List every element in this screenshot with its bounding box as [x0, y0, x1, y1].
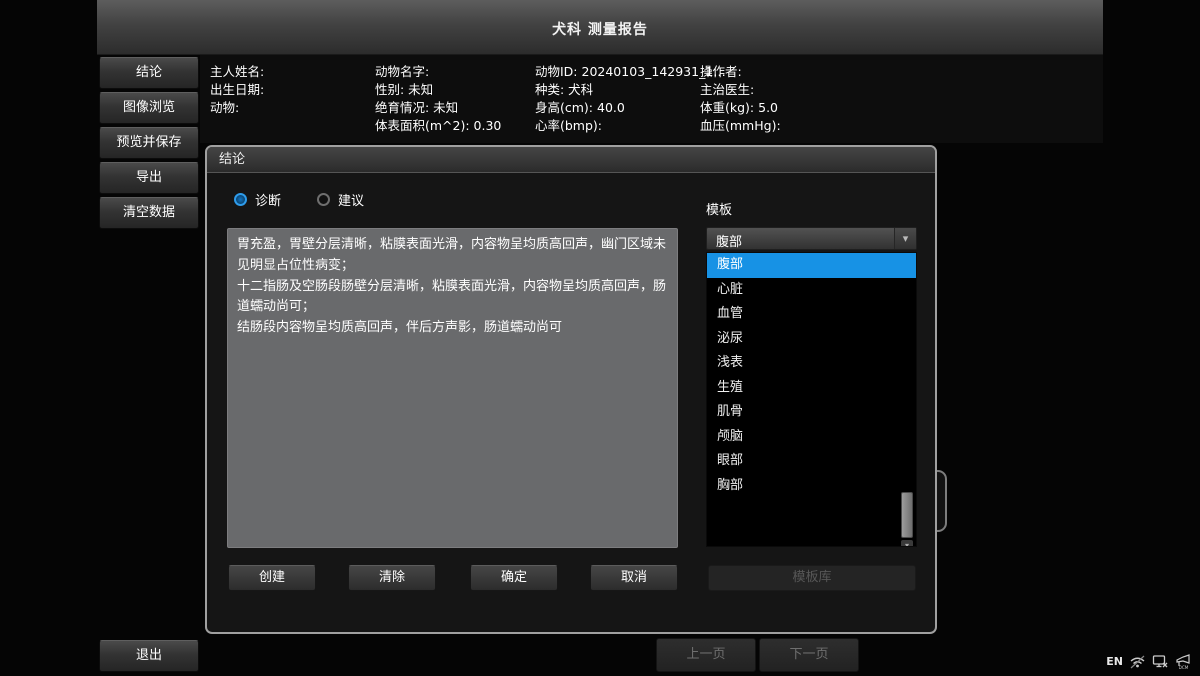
dicom-label: DCM: [1179, 665, 1189, 670]
monitor-icon: [1152, 653, 1169, 670]
next-page-button[interactable]: 下一页: [759, 638, 859, 672]
template-label: 模板: [706, 199, 732, 218]
list-item-heart[interactable]: 心脏: [707, 278, 916, 303]
radio-diagnosis[interactable]: 诊断: [234, 190, 281, 209]
sidebar-item-image-browse[interactable]: 图像浏览: [99, 92, 199, 124]
dialog-title: 结论: [207, 147, 935, 173]
list-scrollbar[interactable]: ▾: [901, 253, 913, 546]
patient-info-col1: 主人姓名: 出生日期: 动物:: [210, 63, 264, 117]
list-item-superficial[interactable]: 浅表: [707, 351, 916, 376]
patient-info-col2: 动物名字: 性别: 未知 绝育情况: 未知 体表面积(m^2): 0.30: [375, 63, 501, 135]
operator-field: 操作者:: [700, 63, 781, 81]
chevron-down-icon[interactable]: ▾: [894, 228, 916, 249]
list-item-reproductive[interactable]: 生殖: [707, 376, 916, 401]
animal-field: 动物:: [210, 99, 264, 117]
network-icon: [1129, 653, 1146, 670]
conclusion-dialog: 结论 诊断 建议 胃充盈，胃壁分层清晰，粘膜表面光滑，内容物呈均质高回声，幽门区…: [205, 145, 937, 634]
list-item-abdomen[interactable]: 腹部: [707, 253, 916, 278]
status-bar: EN DCM: [1106, 653, 1192, 670]
radio-suggestion-label: 建议: [338, 190, 364, 209]
heart-rate-field: 心率(bmp):: [535, 117, 726, 135]
sidebar-item-preview-save[interactable]: 预览并保存: [99, 127, 199, 159]
sidebar-item-export[interactable]: 导出: [99, 162, 199, 194]
birth-date-field: 出生日期:: [210, 81, 264, 99]
template-library-button[interactable]: 模板库: [708, 565, 916, 591]
list-item-cranial[interactable]: 颅脑: [707, 425, 916, 450]
animal-id-field: 动物ID: 20240103_142931_1…: [535, 63, 726, 81]
radio-selected-icon: [234, 193, 247, 206]
app-window: 犬科 测量报告 结论 图像浏览 预览并保存 导出 清空数据 退出 主人姓名: 出…: [0, 0, 1200, 676]
dicom-icon: DCM: [1175, 653, 1192, 670]
gender-field: 性别: 未知: [375, 81, 501, 99]
weight-field: 体重(kg): 5.0: [700, 99, 781, 117]
create-button[interactable]: 创建: [228, 565, 316, 591]
template-option-list: 腹部 心脏 血管 泌尿 浅表 生殖 肌骨 颅脑 眼部 胸部 ▾: [706, 252, 917, 547]
template-combobox[interactable]: 腹部 ▾: [706, 227, 917, 250]
patient-info-col3: 动物ID: 20240103_142931_1… 种类: 犬科 身高(cm): …: [535, 63, 726, 135]
patient-info-col4: 操作者: 主治医生: 体重(kg): 5.0 血压(mmHg):: [700, 63, 781, 135]
radio-suggestion[interactable]: 建议: [317, 190, 364, 209]
bsa-field: 体表面积(m^2): 0.30: [375, 117, 501, 135]
exit-button[interactable]: 退出: [99, 640, 199, 672]
clear-button[interactable]: 清除: [348, 565, 436, 591]
height-field: 身高(cm): 40.0: [535, 99, 726, 117]
bp-field: 血压(mmHg):: [700, 117, 781, 135]
list-item-musculoskeletal[interactable]: 肌骨: [707, 400, 916, 425]
scrollbar-thumb[interactable]: [901, 492, 913, 538]
template-selected-value: 腹部: [716, 231, 742, 250]
list-item-urinary[interactable]: 泌尿: [707, 327, 916, 352]
list-item-eye[interactable]: 眼部: [707, 449, 916, 474]
owner-name-field: 主人姓名:: [210, 63, 264, 81]
conclusion-textarea[interactable]: 胃充盈，胃壁分层清晰，粘膜表面光滑，内容物呈均质高回声，幽门区域未见明显占位性病…: [227, 228, 678, 548]
page-title: 犬科 测量报告: [97, 19, 1103, 39]
scroll-down-arrow-icon[interactable]: ▾: [901, 540, 913, 547]
cancel-button[interactable]: 取消: [590, 565, 678, 591]
prev-page-button[interactable]: 上一页: [656, 638, 756, 672]
patient-info-panel: 主人姓名: 出生日期: 动物: 动物名字: 性别: 未知 绝育情况: 未知 体表…: [200, 55, 1103, 143]
animal-name-field: 动物名字:: [375, 63, 501, 81]
list-item-chest[interactable]: 胸部: [707, 474, 916, 499]
ok-button[interactable]: 确定: [470, 565, 558, 591]
list-item-vessel[interactable]: 血管: [707, 302, 916, 327]
conclusion-type-radios: 诊断 建议: [234, 190, 364, 209]
radio-unselected-icon: [317, 193, 330, 206]
title-bar: 犬科 测量报告: [97, 0, 1103, 55]
language-indicator: EN: [1106, 655, 1123, 668]
sidebar-item-conclusion[interactable]: 结论: [99, 57, 199, 89]
sidebar-item-clear-data[interactable]: 清空数据: [99, 197, 199, 229]
doctor-field: 主治医生:: [700, 81, 781, 99]
neuter-field: 绝育情况: 未知: [375, 99, 501, 117]
radio-diagnosis-label: 诊断: [255, 190, 281, 209]
species-field: 种类: 犬科: [535, 81, 726, 99]
